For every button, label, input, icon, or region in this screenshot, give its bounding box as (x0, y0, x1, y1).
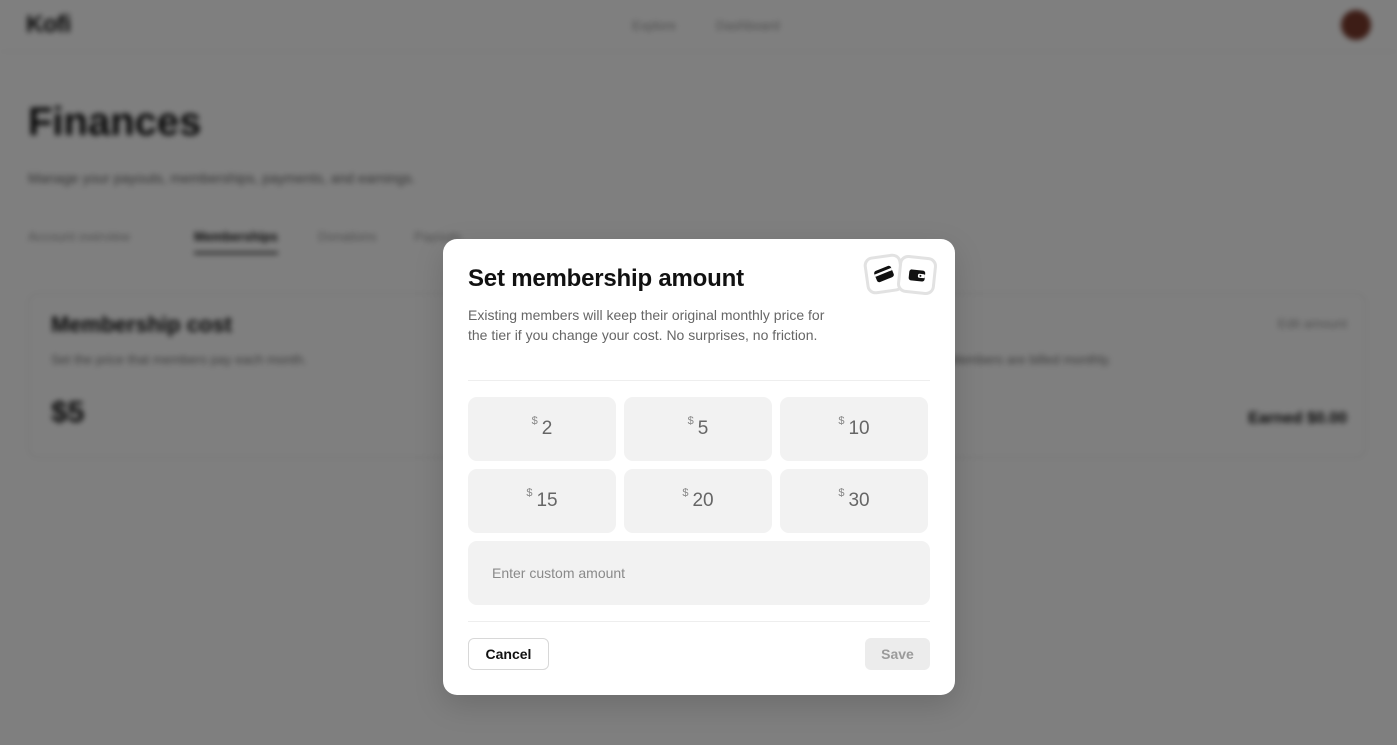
cancel-button[interactable]: Cancel (468, 638, 549, 670)
amount-option-20[interactable]: $20 (624, 469, 772, 533)
amount-value: 2 (541, 418, 553, 439)
divider (468, 380, 930, 381)
wallet-icon (896, 254, 938, 296)
membership-amount-modal: Set membership amount Existing members w… (443, 239, 955, 695)
save-button[interactable]: Save (865, 638, 930, 670)
currency-symbol: $ (526, 487, 533, 499)
modal-description: Existing members will keep their origina… (468, 307, 825, 343)
amount-value: 5 (697, 418, 709, 439)
currency-symbol: $ (531, 415, 538, 427)
amount-value: 20 (692, 490, 714, 511)
custom-amount-input[interactable] (468, 541, 930, 605)
amount-option-2[interactable]: $2 (468, 397, 616, 461)
modal-title: Set membership amount (468, 265, 744, 292)
divider (468, 621, 930, 622)
modal-illustration (861, 251, 941, 297)
amount-options: $2 $5 $10 $15 $20 $30 (468, 397, 930, 533)
amount-option-30[interactable]: $30 (780, 469, 928, 533)
amount-option-15[interactable]: $15 (468, 469, 616, 533)
amount-value: 10 (848, 418, 870, 439)
amount-option-5[interactable]: $5 (624, 397, 772, 461)
currency-symbol: $ (687, 415, 694, 427)
currency-symbol: $ (682, 487, 689, 499)
amount-option-10[interactable]: $10 (780, 397, 928, 461)
currency-symbol: $ (838, 487, 845, 499)
amount-value: 15 (536, 490, 558, 511)
currency-symbol: $ (838, 415, 845, 427)
amount-value: 30 (848, 490, 870, 511)
